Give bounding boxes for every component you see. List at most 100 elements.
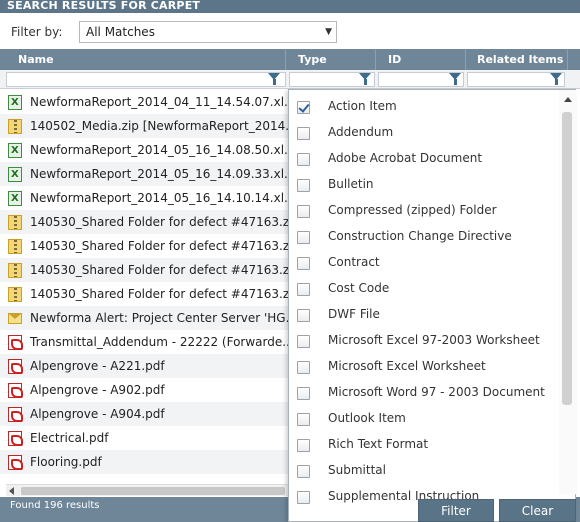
filter-button[interactable]: Filter bbox=[418, 499, 494, 522]
vertical-scroll-thumb[interactable] bbox=[562, 112, 572, 405]
table-row[interactable]: NewformaReport_2014_04_11_14.54.07.xl... bbox=[0, 90, 290, 114]
row-name: Newforma Alert: Project Center Server 'H… bbox=[30, 311, 290, 325]
type-filter-option-label: Contract bbox=[328, 255, 380, 269]
table-row[interactable]: Transmittal_Addendum - 22222 (Forwarde..… bbox=[0, 330, 290, 354]
row-name: 140530_Shared Folder for defect #47163.z… bbox=[30, 215, 290, 229]
table-row[interactable]: 140530_Shared Folder for defect #47163.z… bbox=[0, 258, 290, 282]
type-filter-checkbox[interactable] bbox=[297, 491, 310, 504]
pdf-icon bbox=[8, 383, 23, 398]
table-row[interactable]: 140530_Shared Folder for defect #47163.z… bbox=[0, 210, 290, 234]
type-filter-option[interactable]: Submittal bbox=[289, 458, 559, 484]
row-name: Electrical.pdf bbox=[30, 431, 109, 445]
type-filter-option-label: Rich Text Format bbox=[328, 437, 429, 451]
table-row[interactable]: NewformaReport_2014_05_16_14.09.33.xl... bbox=[0, 162, 290, 186]
pdf-icon bbox=[8, 431, 23, 446]
row-name: NewformaReport_2014_05_16_14.08.50.xl... bbox=[30, 143, 290, 157]
row-name: Transmittal_Addendum - 22222 (Forwarde..… bbox=[30, 335, 290, 349]
results-list: NewformaReport_2014_04_11_14.54.07.xl...… bbox=[0, 90, 290, 484]
type-filter-option[interactable]: Contract bbox=[289, 250, 559, 276]
type-filter-option-label: Compressed (zipped) Folder bbox=[328, 203, 497, 217]
table-row[interactable]: Alpengrove - A221.pdf bbox=[0, 354, 290, 378]
type-filter-option[interactable]: Construction Change Directive bbox=[289, 224, 559, 250]
table-row[interactable]: 140502_Media.zip [NewformaReport_2014... bbox=[0, 114, 290, 138]
type-filter-option[interactable]: Microsoft Word 97 - 2003 Document bbox=[289, 380, 559, 406]
type-filter-option[interactable]: Cost Code bbox=[289, 276, 559, 302]
table-row[interactable]: Newforma Alert: Project Center Server 'H… bbox=[0, 306, 290, 330]
zip-folder-icon bbox=[8, 239, 22, 254]
table-row[interactable]: Flooring.pdf bbox=[0, 450, 290, 474]
type-filter-option[interactable]: Adobe Acrobat Document bbox=[289, 146, 559, 172]
type-filter-checkbox[interactable] bbox=[297, 257, 310, 270]
filter-select[interactable]: All Matches ▼ bbox=[79, 21, 337, 43]
column-header-type[interactable]: Type bbox=[286, 49, 376, 70]
clear-button[interactable]: Clear bbox=[499, 499, 576, 522]
table-row[interactable]: 140530_Shared Folder for defect #47163.z… bbox=[0, 234, 290, 258]
type-filter-option-label: Action Item bbox=[328, 99, 397, 113]
type-filter-checkbox[interactable] bbox=[297, 205, 310, 218]
scroll-up-icon[interactable] bbox=[564, 97, 572, 102]
type-filter-option-label: Submittal bbox=[328, 463, 386, 477]
related-filter-funnel-icon[interactable] bbox=[550, 73, 562, 85]
pdf-icon bbox=[8, 455, 23, 470]
column-headers: Name Type ID Related Items bbox=[0, 49, 580, 70]
type-filter-checkbox[interactable] bbox=[297, 387, 310, 400]
table-row[interactable]: Electrical.pdf bbox=[0, 426, 290, 450]
column-header-name[interactable]: Name bbox=[6, 49, 286, 70]
table-row[interactable]: Alpengrove - A904.pdf bbox=[0, 402, 290, 426]
type-filter-option-label: Cost Code bbox=[328, 281, 390, 295]
type-filter-option[interactable]: Addendum bbox=[289, 120, 559, 146]
pdf-icon bbox=[8, 359, 23, 374]
email-icon bbox=[8, 313, 22, 324]
type-filter-option[interactable]: Microsoft Excel Worksheet bbox=[289, 354, 559, 380]
type-filter-option[interactable]: Outlook Item bbox=[289, 406, 559, 432]
type-filter-checkbox[interactable] bbox=[297, 283, 310, 296]
type-filter-option-label: Outlook Item bbox=[328, 411, 406, 425]
row-name: 140502_Media.zip [NewformaReport_2014... bbox=[30, 119, 290, 133]
scroll-left-icon[interactable] bbox=[9, 487, 14, 495]
type-filter-funnel-icon[interactable] bbox=[359, 73, 371, 85]
type-filter-option[interactable]: Action Item bbox=[289, 94, 559, 120]
type-filter-checkbox[interactable] bbox=[297, 231, 310, 244]
type-filter-option[interactable]: Microsoft Excel 97-2003 Worksheet bbox=[289, 328, 559, 354]
excel-icon bbox=[8, 163, 22, 186]
excel-icon bbox=[8, 187, 22, 210]
name-filter-funnel-icon[interactable] bbox=[268, 73, 280, 85]
type-filter-option[interactable]: Compressed (zipped) Folder bbox=[289, 198, 559, 224]
horizontal-scrollbar[interactable] bbox=[6, 484, 290, 496]
zip-folder-icon bbox=[8, 215, 22, 230]
zip-folder-icon bbox=[8, 263, 22, 278]
type-filter-dropdown: Action Item Addendum Adobe Acrobat Documen… bbox=[288, 89, 576, 522]
table-row[interactable]: NewformaReport_2014_05_16_14.08.50.xl... bbox=[0, 138, 290, 162]
column-header-more bbox=[568, 49, 580, 70]
id-filter-funnel-icon[interactable] bbox=[449, 73, 461, 85]
row-name: NewformaReport_2014_05_16_14.10.14.xl... bbox=[30, 191, 290, 205]
table-row[interactable]: Alpengrove - A902.pdf bbox=[0, 378, 290, 402]
vertical-scrollbar[interactable] bbox=[559, 90, 576, 494]
horizontal-scroll-thumb[interactable] bbox=[21, 487, 285, 495]
type-filter-option[interactable]: Bulletin bbox=[289, 172, 559, 198]
name-filter-input[interactable] bbox=[6, 72, 286, 87]
type-filter-checkbox[interactable] bbox=[297, 179, 310, 192]
type-filter-checkbox[interactable] bbox=[297, 127, 310, 140]
pdf-icon bbox=[8, 335, 23, 350]
type-filter-checkbox[interactable] bbox=[297, 335, 310, 348]
type-filter-option[interactable]: DWF File bbox=[289, 302, 559, 328]
excel-icon bbox=[8, 91, 22, 114]
zip-folder-icon bbox=[8, 287, 22, 302]
type-filter-checkbox[interactable] bbox=[297, 153, 310, 166]
chevron-down-icon: ▼ bbox=[325, 27, 332, 37]
table-row[interactable]: 140530_Shared Folder for defect #47163.z… bbox=[0, 282, 290, 306]
type-filter-checkbox[interactable] bbox=[297, 439, 310, 452]
type-filter-option-label: Microsoft Word 97 - 2003 Document bbox=[328, 385, 545, 399]
type-filter-option[interactable]: Rich Text Format bbox=[289, 432, 559, 458]
column-header-related-items[interactable]: Related Items bbox=[466, 49, 568, 70]
type-filter-checkbox[interactable] bbox=[297, 309, 310, 322]
type-filter-checkbox[interactable] bbox=[297, 465, 310, 478]
type-filter-checkbox[interactable] bbox=[297, 413, 310, 426]
type-filter-option-label: Bulletin bbox=[328, 177, 374, 191]
filter-by-label: Filter by: bbox=[11, 25, 63, 39]
column-header-id[interactable]: ID bbox=[376, 49, 466, 70]
type-filter-checkbox[interactable] bbox=[297, 361, 310, 374]
type-filter-checkbox[interactable] bbox=[297, 101, 310, 114]
table-row[interactable]: NewformaReport_2014_05_16_14.10.14.xl... bbox=[0, 186, 290, 210]
